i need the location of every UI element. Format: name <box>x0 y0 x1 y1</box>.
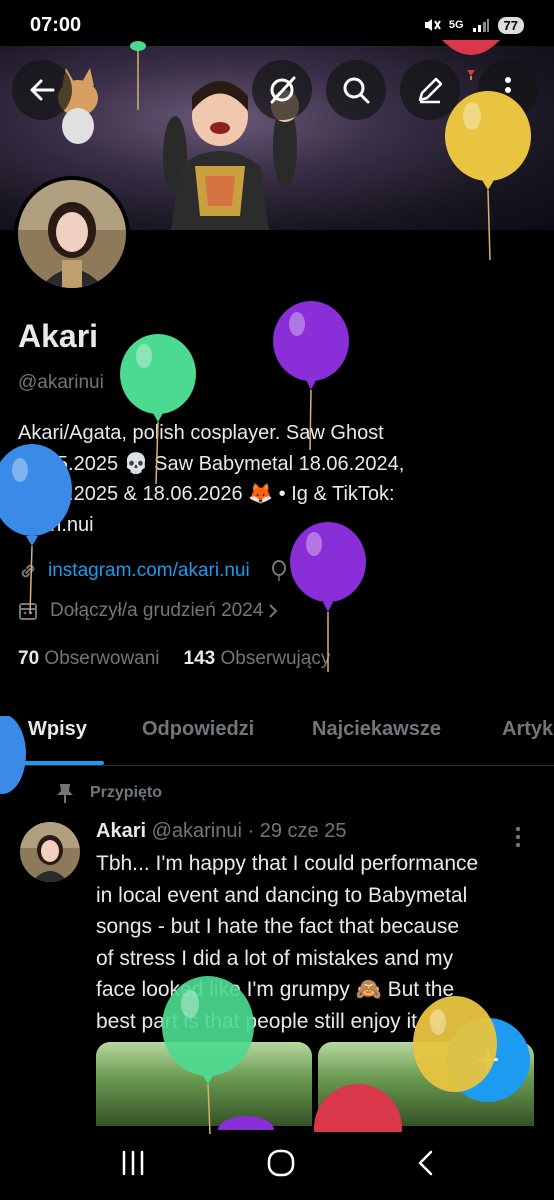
profile-handle: @akarinui <box>18 372 104 393</box>
following-link[interactable]: 70 Obserwowani <box>18 648 160 670</box>
tab-replies[interactable]: Odpowiedzi <box>142 718 254 741</box>
grok-button[interactable] <box>252 60 312 120</box>
profile-name: Akari <box>18 318 99 354</box>
battery-level: 77 <box>497 16 524 34</box>
signal-icon <box>472 19 489 32</box>
back-arrow-icon <box>30 79 55 101</box>
profile-avatar[interactable] <box>14 176 130 292</box>
calendar-icon <box>19 603 37 620</box>
compose-button[interactable] <box>400 60 460 120</box>
tweet-line: in local event and dancing to Babymetal <box>96 883 468 907</box>
recent-apps-icon[interactable] <box>119 1150 147 1176</box>
bio-line: Akari/Agata, polish cosplayer. Saw Ghost <box>18 422 384 444</box>
bio-line: 10.05.2025 💀 Saw Babymetal 18.06.2024, <box>18 452 405 475</box>
chevron-right-icon <box>269 604 278 618</box>
avatar-photo <box>18 180 126 288</box>
network-type: 5G <box>448 19 464 31</box>
back-button[interactable] <box>12 60 72 120</box>
grok-icon <box>270 76 296 104</box>
pinned-indicator: Przypięto <box>56 782 162 804</box>
followers-label: Obserwujący <box>220 648 331 669</box>
home-icon[interactable] <box>266 1148 296 1178</box>
profile-meta-links: instagram.com/akari.nui Sto lat! <box>18 560 355 582</box>
pin-icon <box>57 784 73 803</box>
compose-fab[interactable]: + <box>446 1018 530 1102</box>
tweet-date[interactable]: · 29 cze 25 <box>248 820 347 842</box>
following-label: Obserwowani <box>44 648 160 669</box>
pinned-label: Przypięto <box>90 784 163 801</box>
following-count: 70 <box>18 648 40 669</box>
mute-icon <box>424 19 441 31</box>
compose-icon <box>418 77 443 104</box>
tweet-line: songs - but I hate the fact that because <box>96 915 460 938</box>
tab-articles[interactable]: Artykuły <box>502 718 554 741</box>
followers-link[interactable]: 143 Obserwujący <box>184 648 331 670</box>
search-icon <box>343 77 370 104</box>
tweet-line: of stress I did a lot of mistakes and my <box>96 946 454 970</box>
bio-line-link[interactable]: akari.nui <box>18 510 538 541</box>
status-icons: 5G 77 <box>423 16 524 34</box>
tweet-avatar[interactable] <box>20 822 80 882</box>
status-time: 07:00 <box>30 13 82 36</box>
profile-joined: Dołączył/a grudzień 2024 <box>18 600 279 622</box>
link-icon <box>21 564 35 578</box>
status-bar: 07:00 5G 77 <box>0 0 554 50</box>
follow-stats: 70 Obserwowani 143 Obserwujący <box>18 648 330 670</box>
birthday-link[interactable]: Sto lat! <box>296 560 355 582</box>
back-nav-icon[interactable] <box>415 1149 435 1177</box>
system-nav-bar <box>0 1126 554 1200</box>
more-vertical-icon <box>505 77 511 103</box>
profile-website-link[interactable]: instagram.com/akari.nui <box>48 560 250 582</box>
tweet-text: Tbh... I'm happy that I could performanc… <box>96 848 536 1037</box>
more-vertical-icon <box>515 826 521 848</box>
tweet-media-1[interactable] <box>96 1042 312 1132</box>
followers-count: 143 <box>183 648 216 669</box>
tab-highlights[interactable]: Najciekawsze <box>312 718 441 741</box>
bio-line: 19.05.2025 & 18.06.2026 🦊 • Ig & TikTok: <box>18 483 395 505</box>
tweet-author[interactable]: Akari <box>96 820 146 842</box>
tweet-header: Akari @akarinui · 29 cze 25 <box>96 820 346 843</box>
joined-date: Dołączył/a grudzień 2024 <box>50 600 264 621</box>
tweet-line: Tbh... I'm happy that I could performanc… <box>96 852 479 875</box>
search-button[interactable] <box>326 60 386 120</box>
tweet-handle[interactable]: @akarinui <box>152 820 242 842</box>
profile-bio: Akari/Agata, polish cosplayer. Saw Ghost… <box>18 418 538 540</box>
tab-posts[interactable]: Wpisy <box>28 718 87 741</box>
active-tab-indicator <box>12 761 104 765</box>
tweet-line: face looked like I'm grumpy 🙈 But the <box>96 978 455 1001</box>
more-button[interactable] <box>478 60 538 120</box>
tweet-avatar-photo <box>20 822 80 882</box>
balloon-icon <box>271 560 286 581</box>
profile-tabs: Wpisy Odpowiedzi Najciekawsze Artykuły <box>0 708 554 766</box>
